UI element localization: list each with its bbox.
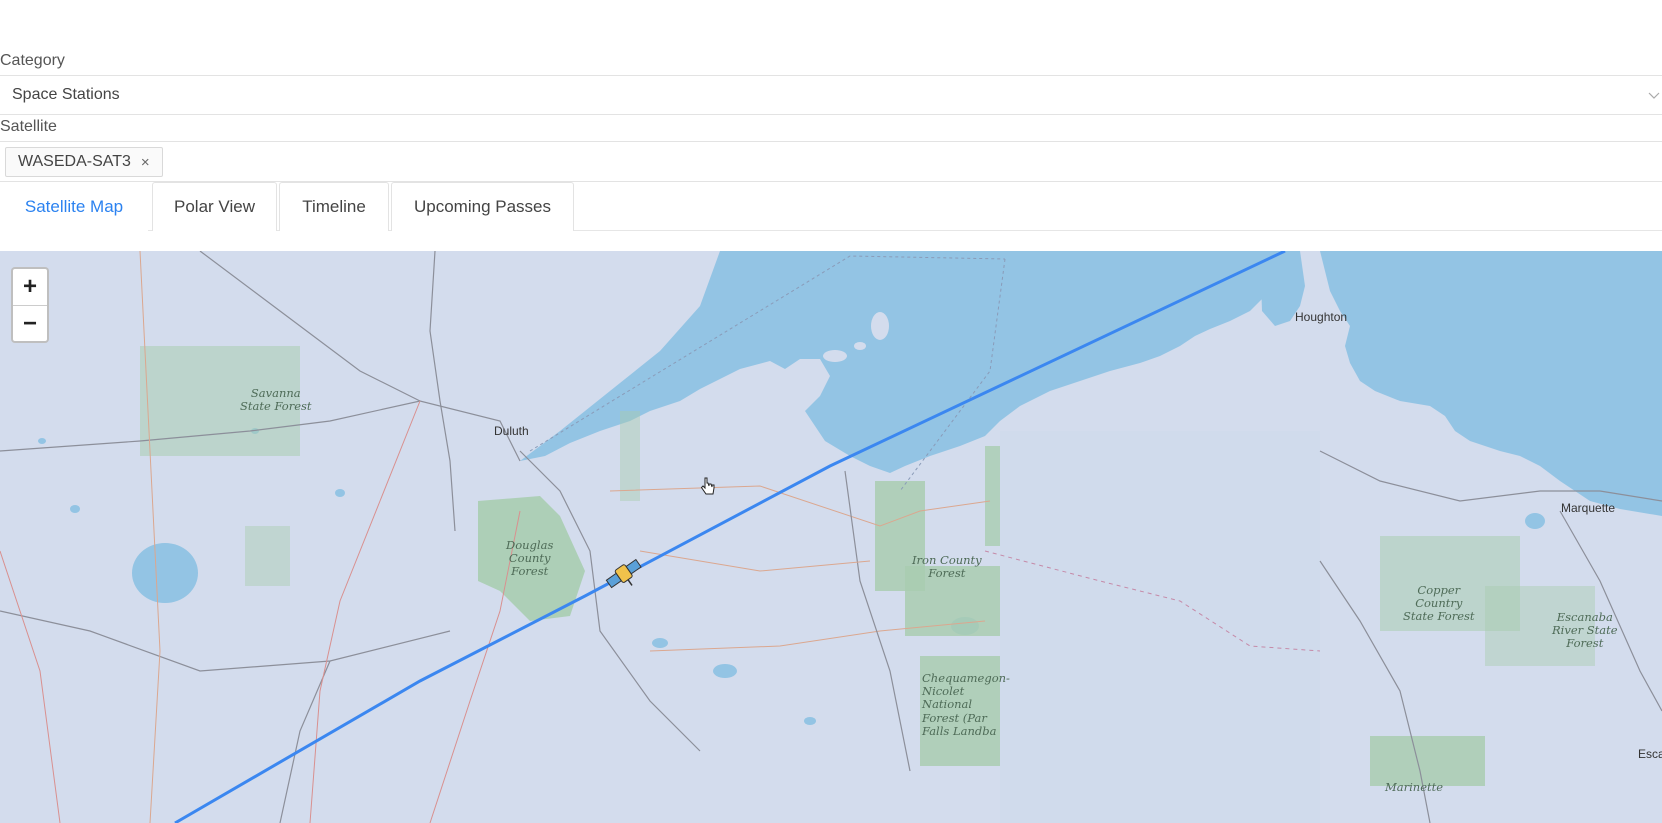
tab-satellite-map[interactable]: Satellite Map	[0, 182, 148, 231]
satellite-select[interactable]: WASEDA-SAT3 ×	[0, 141, 1662, 182]
zoom-control: + −	[11, 267, 49, 343]
tab-upcoming-passes[interactable]: Upcoming Passes	[391, 182, 574, 231]
forest-douglas: Douglas County Forest	[506, 538, 554, 579]
place-duluth: Duluth	[494, 424, 529, 438]
place-houghton: Houghton	[1295, 310, 1348, 324]
map-tiles	[0, 251, 1662, 823]
forest-copper: Copper Country State Forest	[1403, 583, 1475, 624]
satellite-map[interactable]: + − Duluth Houghton Marquette Esca Savan…	[0, 251, 1662, 823]
satellite-tag: WASEDA-SAT3 ×	[5, 147, 163, 177]
category-selected-value: Space Stations	[12, 86, 120, 103]
category-label: Category	[0, 52, 65, 69]
zoom-out-button[interactable]: −	[13, 305, 47, 341]
forest-marinette: Marinette	[1385, 780, 1444, 794]
satellite-label: Satellite	[0, 118, 57, 135]
remove-tag-icon[interactable]: ×	[141, 154, 150, 171]
chevron-down-icon	[1648, 92, 1660, 99]
hand-cursor-icon	[700, 477, 715, 495]
category-select[interactable]: Space Stations	[0, 75, 1662, 115]
satellite-icon[interactable]	[604, 556, 644, 592]
forest-savanna: Savanna State Forest	[240, 386, 312, 414]
forest-escanaba-river: Escanaba River State Forest	[1552, 610, 1618, 651]
forest-chequamegon: Chequamegon- Nicolet National Forest (Pa…	[922, 671, 1010, 738]
forest-iron: Iron County Forest	[912, 553, 982, 581]
zoom-in-button[interactable]: +	[13, 269, 47, 305]
place-escanaba: Esca	[1638, 747, 1662, 761]
satellite-tag-label: WASEDA-SAT3	[18, 153, 131, 170]
tab-polar-view[interactable]: Polar View	[152, 182, 277, 231]
tab-timeline[interactable]: Timeline	[279, 182, 389, 231]
place-marquette: Marquette	[1561, 501, 1616, 515]
view-tabs: Satellite Map Polar View Timeline Upcomi…	[0, 182, 1662, 231]
